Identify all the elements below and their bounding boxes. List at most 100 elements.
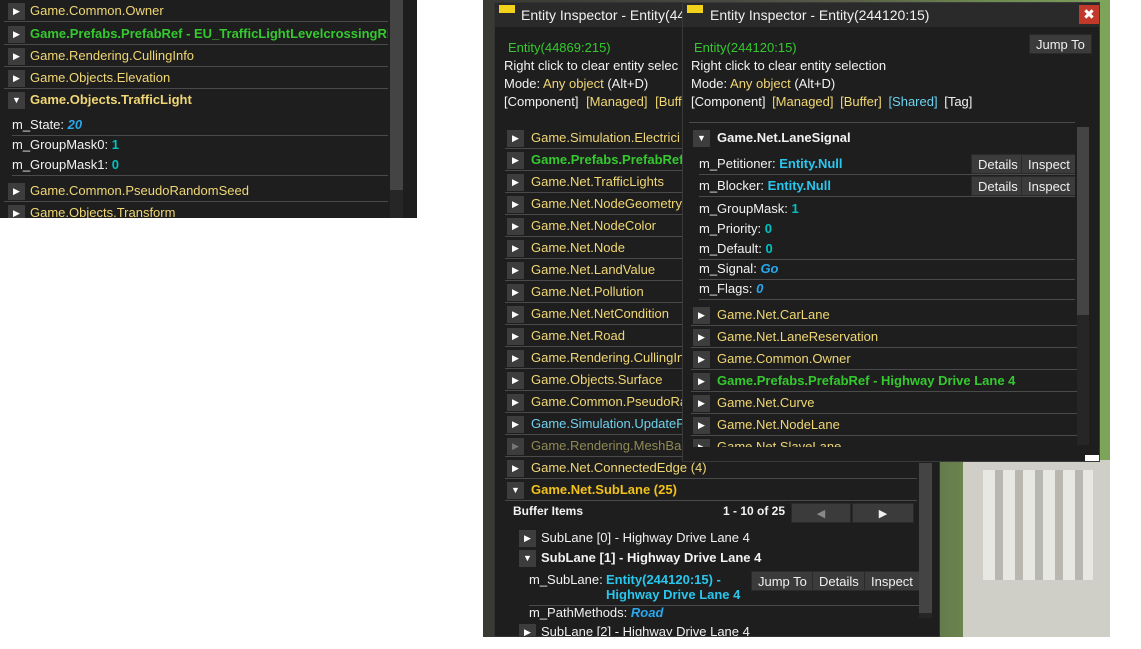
back-scrollbar-thumb[interactable] xyxy=(919,463,932,613)
close-icon[interactable]: ✖ xyxy=(1079,5,1099,24)
filter-component[interactable]: [Component] xyxy=(691,94,765,109)
expand-icon[interactable]: ▶ xyxy=(519,530,536,547)
left-row-elevation[interactable]: ▶ Game.Objects.Elevation xyxy=(4,67,388,89)
front-scrollbar-thumb[interactable] xyxy=(1077,127,1089,315)
back-scrollbar[interactable] xyxy=(919,463,932,618)
collapse-icon[interactable]: ▼ xyxy=(519,550,536,567)
expand-icon[interactable]: ▶ xyxy=(507,262,524,279)
field-m-sublane: m_SubLane: Entity(244120:15) - Highway D… xyxy=(529,570,920,606)
component-label: Game.Objects.TrafficLight xyxy=(30,92,192,107)
details-button[interactable]: Details xyxy=(971,176,1025,196)
component-label: Game.Prefabs.PrefabRef xyxy=(531,152,684,167)
inspect-button[interactable]: Inspect xyxy=(864,571,920,591)
filter-buffer[interactable]: [Buff xyxy=(655,94,682,109)
expand-icon[interactable]: ▶ xyxy=(8,26,25,43)
component-label: Game.Simulation.Electrici xyxy=(531,130,680,145)
comp-row-sublane[interactable]: ▼ Game.Net.SubLane (25) xyxy=(505,479,917,501)
inspect-button[interactable]: Inspect xyxy=(1021,176,1075,196)
expand-icon[interactable]: ▶ xyxy=(507,218,524,235)
mode-line[interactable]: Mode: Any object (Alt+D) xyxy=(691,76,835,91)
expand-icon[interactable]: ▶ xyxy=(693,329,710,346)
collapse-icon[interactable]: ▼ xyxy=(693,130,710,147)
titlebar[interactable]: Entity Inspector - Entity(244120:15) ✖ xyxy=(683,3,1099,27)
component-label: Game.Objects.Surface xyxy=(531,372,663,387)
mode-value[interactable]: Any object xyxy=(543,76,604,91)
expand-icon[interactable]: ▶ xyxy=(507,394,524,411)
filter-shared[interactable]: [Shared] xyxy=(888,94,937,109)
left-row-prefabref[interactable]: ▶ Game.Prefabs.PrefabRef - EU_TrafficLig… xyxy=(4,23,388,45)
jump-to-button[interactable]: Jump To xyxy=(1029,34,1092,54)
expand-icon[interactable]: ▶ xyxy=(693,395,710,412)
field-name: m_Flags: xyxy=(699,281,753,296)
expand-icon[interactable]: ▶ xyxy=(507,372,524,389)
expand-icon[interactable]: ▶ xyxy=(507,460,524,477)
left-row-owner[interactable]: ▶ Game.Common.Owner xyxy=(4,0,388,22)
prev-page-icon[interactable]: ◀ xyxy=(791,503,851,523)
left-scrollbar-thumb[interactable] xyxy=(390,0,403,190)
expand-icon[interactable]: ▶ xyxy=(8,70,25,87)
component-label: Game.Common.Owner xyxy=(30,3,164,18)
comp-row[interactable]: ▶ Game.Net.SlaveLane xyxy=(691,436,1079,447)
expand-icon[interactable]: ▶ xyxy=(693,351,710,368)
hint-text: Right click to clear entity selec xyxy=(504,58,679,73)
buffer-item-2[interactable]: ▶ SubLane [2] - Highway Drive Lane 4 xyxy=(515,621,915,636)
details-button[interactable]: Details xyxy=(812,571,866,591)
left-row-pseudorandomseed[interactable]: ▶ Game.Common.PseudoRandomSeed xyxy=(4,180,388,202)
expand-icon[interactable]: ▶ xyxy=(8,48,25,65)
front-component-list: ▼ Game.Net.LaneSignal m_Petitioner: Enti… xyxy=(691,127,1079,447)
inspect-button[interactable]: Inspect xyxy=(1021,154,1075,174)
comp-row[interactable]: ▶ Game.Common.Owner xyxy=(691,348,1079,370)
expand-icon[interactable]: ▶ xyxy=(507,306,524,323)
collapse-icon[interactable]: ▼ xyxy=(8,92,25,109)
expand-icon[interactable]: ▶ xyxy=(8,183,25,200)
component-label: Game.Prefabs.PrefabRef - Highway Drive L… xyxy=(717,373,1016,388)
expand-icon[interactable]: ▶ xyxy=(507,438,524,455)
comp-row[interactable]: ▶ Game.Net.Curve xyxy=(691,392,1079,414)
expand-icon[interactable]: ▶ xyxy=(8,205,25,218)
expand-icon[interactable]: ▶ xyxy=(507,196,524,213)
left-row-transform[interactable]: ▶ Game.Objects.Transform xyxy=(4,202,388,218)
expand-icon[interactable]: ▶ xyxy=(693,373,710,390)
comp-row[interactable]: ▶ Game.Net.CarLane xyxy=(691,304,1079,326)
buffer-item-1[interactable]: ▼ SubLane [1] - Highway Drive Lane 4 xyxy=(515,547,915,569)
left-scrollbar[interactable] xyxy=(390,0,403,218)
expand-icon[interactable]: ▶ xyxy=(507,350,524,367)
filter-buffer[interactable]: [Buffer] xyxy=(840,94,882,109)
comp-row[interactable]: ▶ Game.Net.LaneReservation xyxy=(691,326,1079,348)
buffer-item-0[interactable]: ▶ SubLane [0] - Highway Drive Lane 4 xyxy=(515,527,915,549)
details-button[interactable]: Details xyxy=(971,154,1025,174)
filter-tag[interactable]: [Tag] xyxy=(944,94,972,109)
comp-row[interactable]: ▶ Game.Prefabs.PrefabRef - Highway Drive … xyxy=(691,370,1079,392)
field-m-default: m_Default: 0 xyxy=(699,238,1075,260)
expand-icon[interactable]: ▶ xyxy=(693,417,710,434)
filter-line: [Component] [Managed] [Buff xyxy=(504,94,682,109)
left-row-trafficlight[interactable]: ▼ Game.Objects.TrafficLight xyxy=(4,89,388,111)
expand-icon[interactable]: ▶ xyxy=(693,307,710,324)
buffer-item-label: SubLane [0] - Highway Drive Lane 4 xyxy=(541,530,750,545)
expand-icon[interactable]: ▶ xyxy=(693,439,710,447)
expand-icon[interactable]: ▶ xyxy=(507,174,524,191)
expand-icon[interactable]: ▶ xyxy=(507,240,524,257)
comp-row[interactable]: ▶ Game.Net.NodeLane xyxy=(691,414,1079,436)
front-scrollbar[interactable] xyxy=(1077,127,1089,445)
filter-managed[interactable]: [Managed] xyxy=(586,94,647,109)
expand-icon[interactable]: ▶ xyxy=(507,284,524,301)
left-row-cullinginfo[interactable]: ▶ Game.Rendering.CullingInfo xyxy=(4,45,388,67)
filter-component[interactable]: [Component] xyxy=(504,94,578,109)
expand-icon[interactable]: ▶ xyxy=(507,328,524,345)
field-m-groupmask0: m_GroupMask0: 1 xyxy=(12,134,388,156)
expand-icon[interactable]: ▶ xyxy=(519,624,536,636)
comp-row-lanesignal[interactable]: ▼ Game.Net.LaneSignal xyxy=(691,127,1079,149)
expand-icon[interactable]: ▶ xyxy=(507,152,524,169)
collapse-icon[interactable]: ▼ xyxy=(507,482,524,499)
resize-handle[interactable] xyxy=(1085,455,1099,461)
component-label: Game.Objects.Transform xyxy=(30,205,176,218)
filter-managed[interactable]: [Managed] xyxy=(772,94,833,109)
jump-to-button[interactable]: Jump To xyxy=(751,571,814,591)
expand-icon[interactable]: ▶ xyxy=(507,416,524,433)
mode-line[interactable]: Mode: Any object (Alt+D) xyxy=(504,76,648,91)
mode-value[interactable]: Any object xyxy=(730,76,791,91)
expand-icon[interactable]: ▶ xyxy=(507,130,524,147)
next-page-icon[interactable]: ▶ xyxy=(852,503,914,523)
expand-icon[interactable]: ▶ xyxy=(8,3,25,20)
